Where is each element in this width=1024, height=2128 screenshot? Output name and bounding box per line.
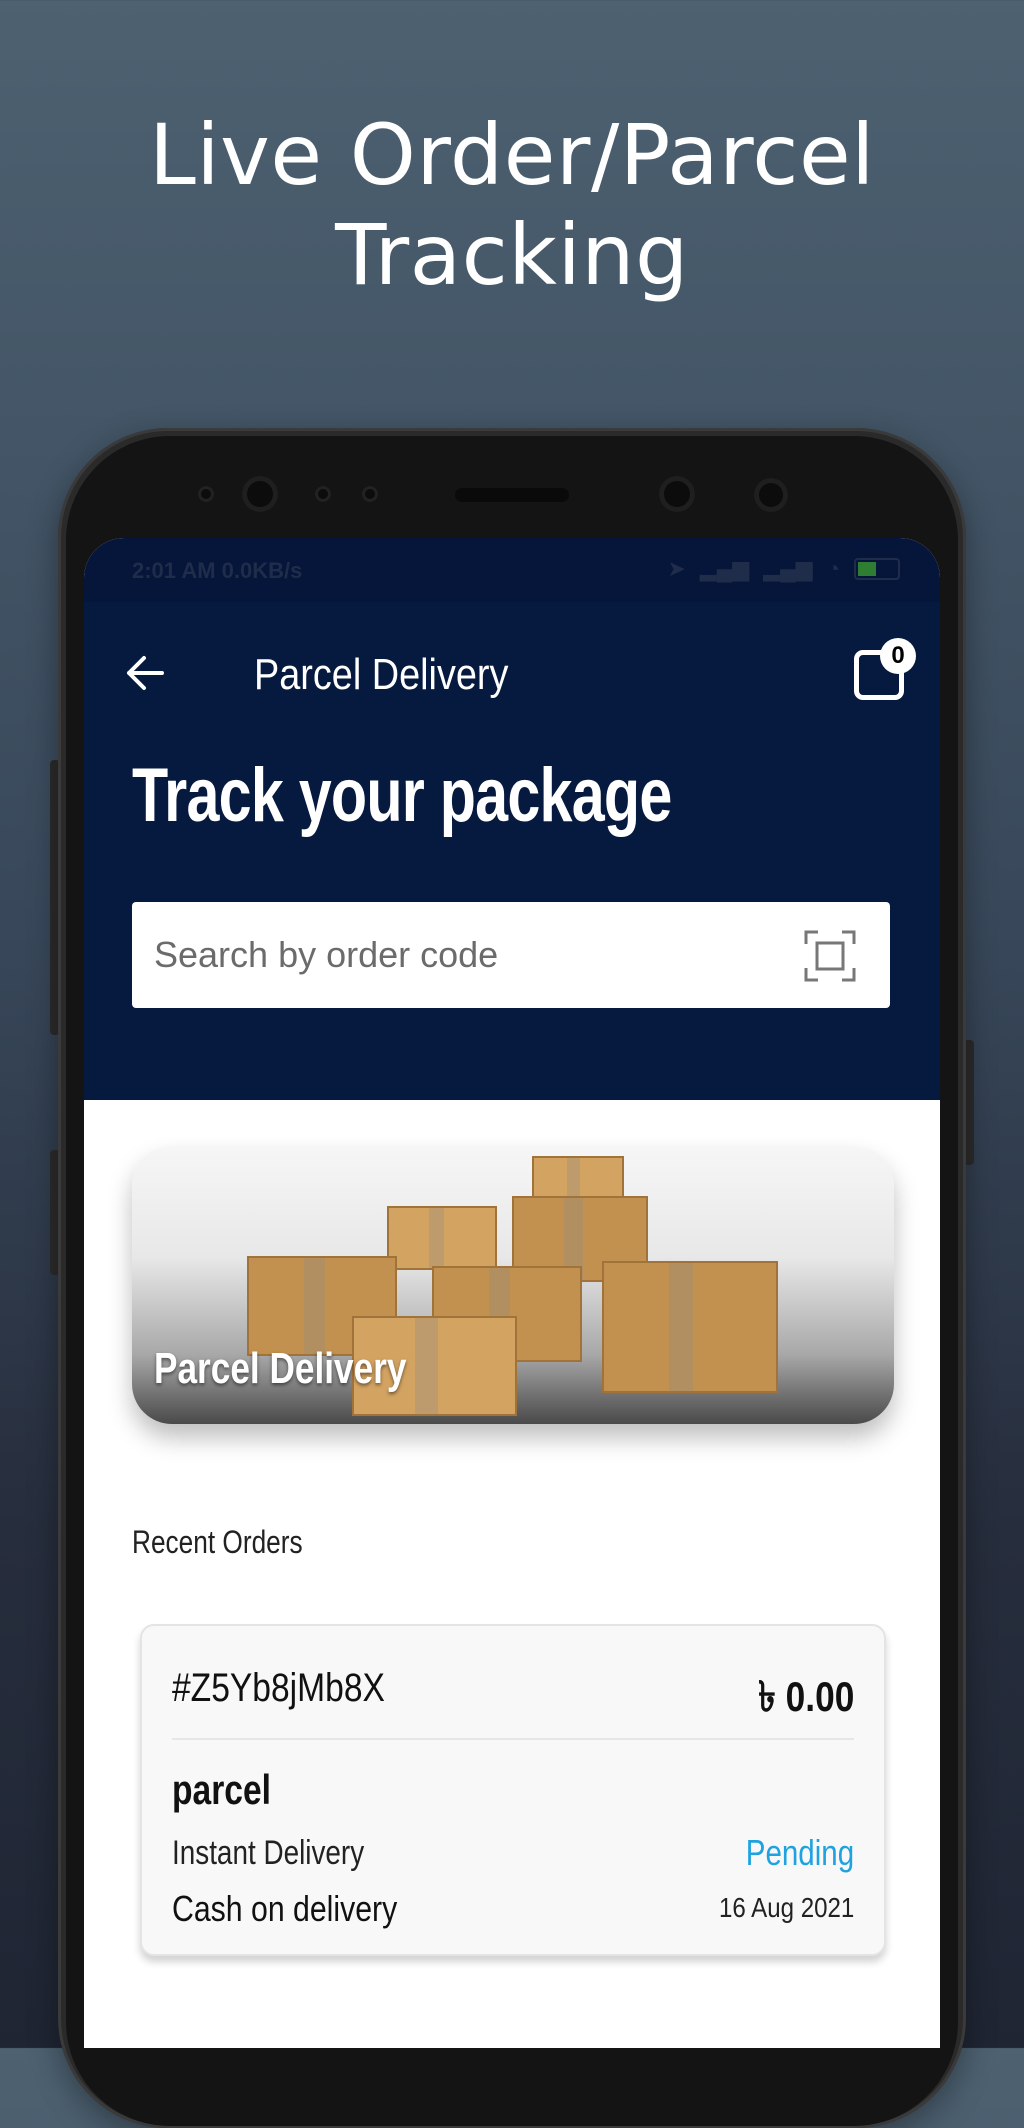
sensor-icon <box>362 486 378 502</box>
headline-line-2: Tracking <box>335 206 689 304</box>
battery-icon <box>854 558 900 580</box>
cart-button[interactable]: 0 <box>852 638 916 708</box>
track-title: Track your package <box>132 753 672 838</box>
promo-headline: Live Order/Parcel Tracking <box>0 105 1024 305</box>
order-status-badge: Pending <box>745 1832 854 1873</box>
order-type: parcel <box>172 1766 271 1813</box>
status-speed-text: 0.0KB/s <box>221 558 303 583</box>
order-id: #Z5Yb8jMb8X <box>172 1666 385 1710</box>
status-icons: ➤ ▂▄▆ ▂▄▆ ◔ <box>667 556 900 582</box>
arrow-left-icon[interactable] <box>124 652 166 694</box>
order-delivery-method: Instant Delivery <box>172 1834 365 1872</box>
proximity-sensor-icon <box>198 486 214 502</box>
page-title: Parcel Delivery <box>254 650 509 699</box>
order-date: 16 Aug 2021 <box>718 1892 854 1923</box>
recent-orders-heading: Recent Orders <box>132 1524 303 1560</box>
parcel-box-image <box>602 1261 778 1393</box>
order-price: ৳ 0.00 <box>757 1673 854 1720</box>
front-camera-icon <box>242 476 278 512</box>
app-screen: 2:01 AM 0.0KB/s ➤ ▂▄▆ ▂▄▆ ◔ Parcel Deliv… <box>84 538 940 2048</box>
sensor-icon <box>315 486 331 502</box>
headline-line-1: Live Order/Parcel <box>149 106 875 204</box>
parcel-box-image <box>387 1206 497 1270</box>
signal-icon: ▂▄▆ <box>763 556 813 581</box>
wifi-icon: ◔ <box>826 556 840 581</box>
flash-icon <box>754 478 788 512</box>
app-header: Parcel Delivery 0 Track your package <box>84 602 940 1100</box>
order-divider <box>172 1738 854 1740</box>
search-box <box>132 902 890 1008</box>
parcel-delivery-banner[interactable]: Parcel Delivery <box>132 1146 894 1424</box>
scan-icon[interactable] <box>804 930 856 982</box>
banner-label: Parcel Delivery <box>154 1344 407 1393</box>
signal-icon: ▂▄▆ <box>699 556 750 581</box>
order-payment-method: Cash on delivery <box>172 1888 398 1929</box>
status-bar: 2:01 AM 0.0KB/s ➤ ▂▄▆ ▂▄▆ ◔ <box>84 538 940 602</box>
status-time-text: 2:01 AM <box>132 558 216 583</box>
earpiece-speaker <box>455 488 569 502</box>
front-camera-icon <box>659 476 695 512</box>
status-time: 2:01 AM 0.0KB/s <box>132 558 302 584</box>
order-code-search-input[interactable] <box>152 926 776 984</box>
order-card[interactable]: #Z5Yb8jMb8X ৳ 0.00 parcel Instant Delive… <box>140 1624 886 1956</box>
location-icon: ➤ <box>667 556 686 581</box>
cart-count-badge: 0 <box>880 638 916 674</box>
